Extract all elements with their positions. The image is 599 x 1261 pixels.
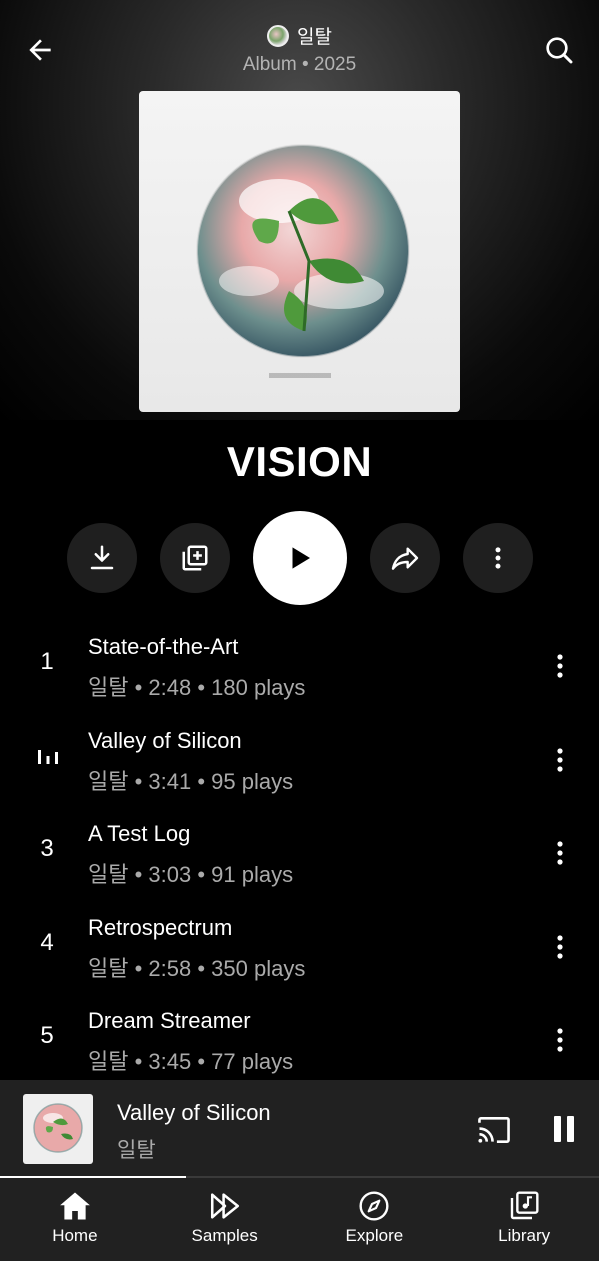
- library-icon: [510, 1191, 539, 1220]
- cast-button[interactable]: [476, 1114, 512, 1151]
- nav-explore-label: Explore: [345, 1226, 404, 1245]
- track-number: 5: [40, 1022, 54, 1049]
- album-title: VISION: [226, 438, 373, 485]
- nav-samples[interactable]: Samples: [150, 1178, 300, 1261]
- track-list: 1 State-of-the-Art 일탈 • 2:48 • 180 plays…: [0, 618, 599, 1086]
- artist-link[interactable]: 일탈: [0, 22, 599, 49]
- track-meta: 일탈 • 3:41 • 95 plays: [88, 768, 294, 794]
- home-icon: [60, 1192, 90, 1220]
- album-cover: [139, 91, 460, 412]
- more-options-button[interactable]: [463, 523, 533, 593]
- play-icon: [292, 547, 310, 569]
- track-number: 1: [40, 648, 54, 675]
- nav-library[interactable]: Library: [449, 1178, 599, 1261]
- album-subtitle: Album • 2025: [242, 54, 357, 75]
- pause-button[interactable]: [552, 1114, 576, 1149]
- nav-samples-label: Samples: [191, 1226, 258, 1245]
- track-meta: 일탈 • 2:58 • 350 plays: [88, 955, 306, 981]
- track-title: Dream Streamer: [88, 1008, 251, 1033]
- track-number: 4: [40, 928, 54, 956]
- mini-player-artwork: [23, 1094, 93, 1164]
- artist-avatar: [267, 24, 290, 47]
- artist-name: 일탈: [297, 27, 332, 48]
- search-button[interactable]: [541, 32, 577, 68]
- bottom-navigation: Home Samples Explore Library: [0, 1178, 599, 1261]
- more-vertical-icon: [557, 841, 563, 865]
- play-button[interactable]: [253, 511, 347, 605]
- more-vertical-icon: [495, 547, 501, 569]
- samples-icon: [210, 1193, 239, 1219]
- track-title: Retrospectrum: [88, 914, 233, 940]
- album-actions: [0, 511, 599, 605]
- mini-player-title: Valley of Silicon: [117, 1100, 271, 1125]
- nav-explore[interactable]: Explore: [300, 1178, 450, 1261]
- download-button[interactable]: [67, 523, 137, 593]
- more-vertical-icon: [557, 654, 563, 678]
- track-meta: 일탈 • 3:03 • 91 plays: [88, 862, 294, 887]
- now-playing-equalizer-icon: [36, 744, 60, 773]
- track-title: Valley of Silicon: [88, 727, 242, 753]
- track-meta: 일탈 • 3:45 • 77 plays: [88, 1049, 294, 1074]
- track-more-button[interactable]: [548, 929, 572, 965]
- track-number: 3: [40, 835, 54, 862]
- nav-library-label: Library: [498, 1226, 551, 1245]
- track-row[interactable]: 4 Retrospectrum 일탈 • 2:58 • 350 plays: [0, 899, 599, 993]
- pause-icon: [554, 1116, 574, 1142]
- share-button[interactable]: [370, 523, 440, 593]
- nav-home-label: Home: [52, 1226, 98, 1245]
- more-vertical-icon: [557, 1028, 563, 1052]
- nav-home[interactable]: Home: [0, 1178, 150, 1261]
- track-row[interactable]: 3 A Test Log 일탈 • 3:03 • 91 plays: [0, 805, 599, 899]
- track-row[interactable]: 1 State-of-the-Art 일탈 • 2:48 • 180 plays: [0, 618, 599, 712]
- mini-player-artist: 일탈: [117, 1139, 156, 1162]
- add-to-playlist-button[interactable]: [160, 523, 230, 593]
- cover-caption-mark: [269, 373, 331, 378]
- more-vertical-icon: [557, 934, 563, 959]
- cast-icon: [478, 1117, 510, 1143]
- track-row[interactable]: 5 Dream Streamer 일탈 • 3:45 • 77 plays: [0, 992, 599, 1086]
- search-icon: [546, 37, 573, 64]
- more-vertical-icon: [557, 747, 563, 772]
- download-icon: [90, 545, 114, 570]
- playlist-add-icon: [182, 545, 208, 571]
- track-meta: 일탈 • 2:48 • 180 plays: [88, 675, 306, 700]
- share-icon: [391, 547, 419, 570]
- track-more-button[interactable]: [548, 1022, 572, 1058]
- track-more-button[interactable]: [548, 648, 572, 684]
- compass-icon: [359, 1191, 389, 1221]
- top-bar: 일탈 Album • 2025: [0, 0, 599, 90]
- track-row-playing[interactable]: Valley of Silicon 일탈 • 3:41 • 95 plays: [0, 712, 599, 806]
- mini-player[interactable]: Valley of Silicon 일탈: [0, 1080, 599, 1178]
- track-title: State-of-the-Art: [88, 634, 239, 659]
- track-title: A Test Log: [88, 821, 191, 846]
- track-more-button[interactable]: [548, 835, 572, 871]
- track-more-button[interactable]: [548, 742, 572, 778]
